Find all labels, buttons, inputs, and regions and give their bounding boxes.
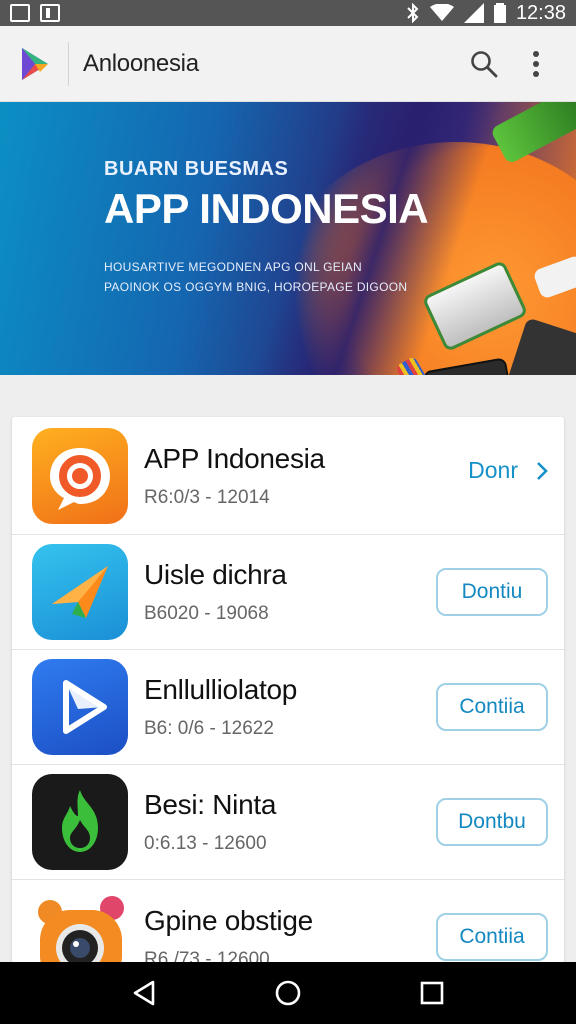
action-button[interactable]: Contiia — [436, 913, 548, 961]
search-icon — [471, 50, 498, 77]
promo-banner[interactable]: BUARN BUESMAS APP INDONESIA HOUSARTIVE M… — [0, 102, 576, 375]
list-item[interactable]: Enllulliolatop B6: 0/6 - 12622 Contiia — [12, 650, 564, 765]
open-link-button[interactable]: Donr — [468, 457, 548, 484]
bluetooth-icon — [407, 3, 419, 23]
overflow-menu-button[interactable] — [514, 42, 558, 86]
app-icon-chat — [32, 427, 128, 524]
paper-plane-icon — [52, 566, 108, 618]
banner-description: HOUSARTIVE MEGODNEN APG ONL GEIAN PAOINO… — [104, 257, 428, 297]
banner-subtitle: BUARN BUESMAS — [104, 158, 289, 180]
back-triangle-icon — [133, 980, 155, 1006]
recents-button[interactable] — [408, 969, 456, 1017]
list-item[interactable]: Uisle dichra B6020 - 19068 Dontiu — [12, 535, 564, 650]
app-icon-play — [32, 659, 128, 755]
app-bar-divider — [68, 41, 69, 86]
chat-bubble-icon — [50, 447, 110, 510]
status-bar: 12:38 — [0, 0, 576, 26]
clock: 12:38 — [515, 1, 566, 24]
banner-text: BUARN BUESMAS APP INDONESIA HOUSARTIVE M… — [104, 158, 429, 297]
app-list-card: APP Indonesia R6:0/3 - 12014 Donr Uisle … — [12, 417, 564, 977]
back-button[interactable] — [120, 969, 168, 1017]
app-meta: R6:0/3 - 12014 — [144, 486, 270, 508]
system-nav-bar — [0, 962, 576, 1024]
app-icon-flame — [32, 774, 128, 870]
search-button[interactable] — [462, 42, 506, 86]
action-button[interactable]: Dontiu — [436, 568, 548, 616]
home-button[interactable] — [264, 969, 312, 1017]
list-item[interactable]: Besi: Ninta 0:6.13 - 12600 Dontbu — [12, 765, 564, 880]
wifi-icon — [429, 4, 454, 21]
battery-gadget-image-2 — [489, 102, 576, 165]
signal-icon — [463, 3, 484, 23]
app-title: Anloonesia — [83, 49, 199, 77]
list-item[interactable]: APP Indonesia R6:0/3 - 12014 Donr — [12, 417, 564, 535]
app-logo-icon — [22, 47, 48, 80]
document-notification-icon — [40, 4, 60, 22]
play-icon — [63, 680, 107, 734]
banner-desc-line-1: HOUSARTIVE MEGODNEN APG ONL GEIAN — [104, 260, 362, 274]
action-button[interactable]: Dontbu — [436, 798, 548, 846]
chevron-right-icon — [537, 461, 548, 480]
more-vert-icon — [533, 50, 539, 77]
banner-desc-line-2: PAOINOK OS OGGYM BNIG, HOROEPAGE DIGOON — [104, 280, 408, 294]
app-bar: Anloonesia — [0, 26, 576, 102]
battery-icon — [493, 3, 506, 23]
action-button[interactable]: Contiia — [436, 683, 548, 731]
home-circle-icon — [275, 980, 301, 1006]
open-link-label: Donr — [468, 457, 518, 483]
recents-square-icon — [420, 981, 444, 1005]
banner-headline: APP INDONESIA — [104, 185, 429, 232]
gallery-notification-icon — [10, 4, 30, 22]
flame-icon — [62, 790, 98, 852]
app-icon-paper-plane — [32, 544, 128, 640]
